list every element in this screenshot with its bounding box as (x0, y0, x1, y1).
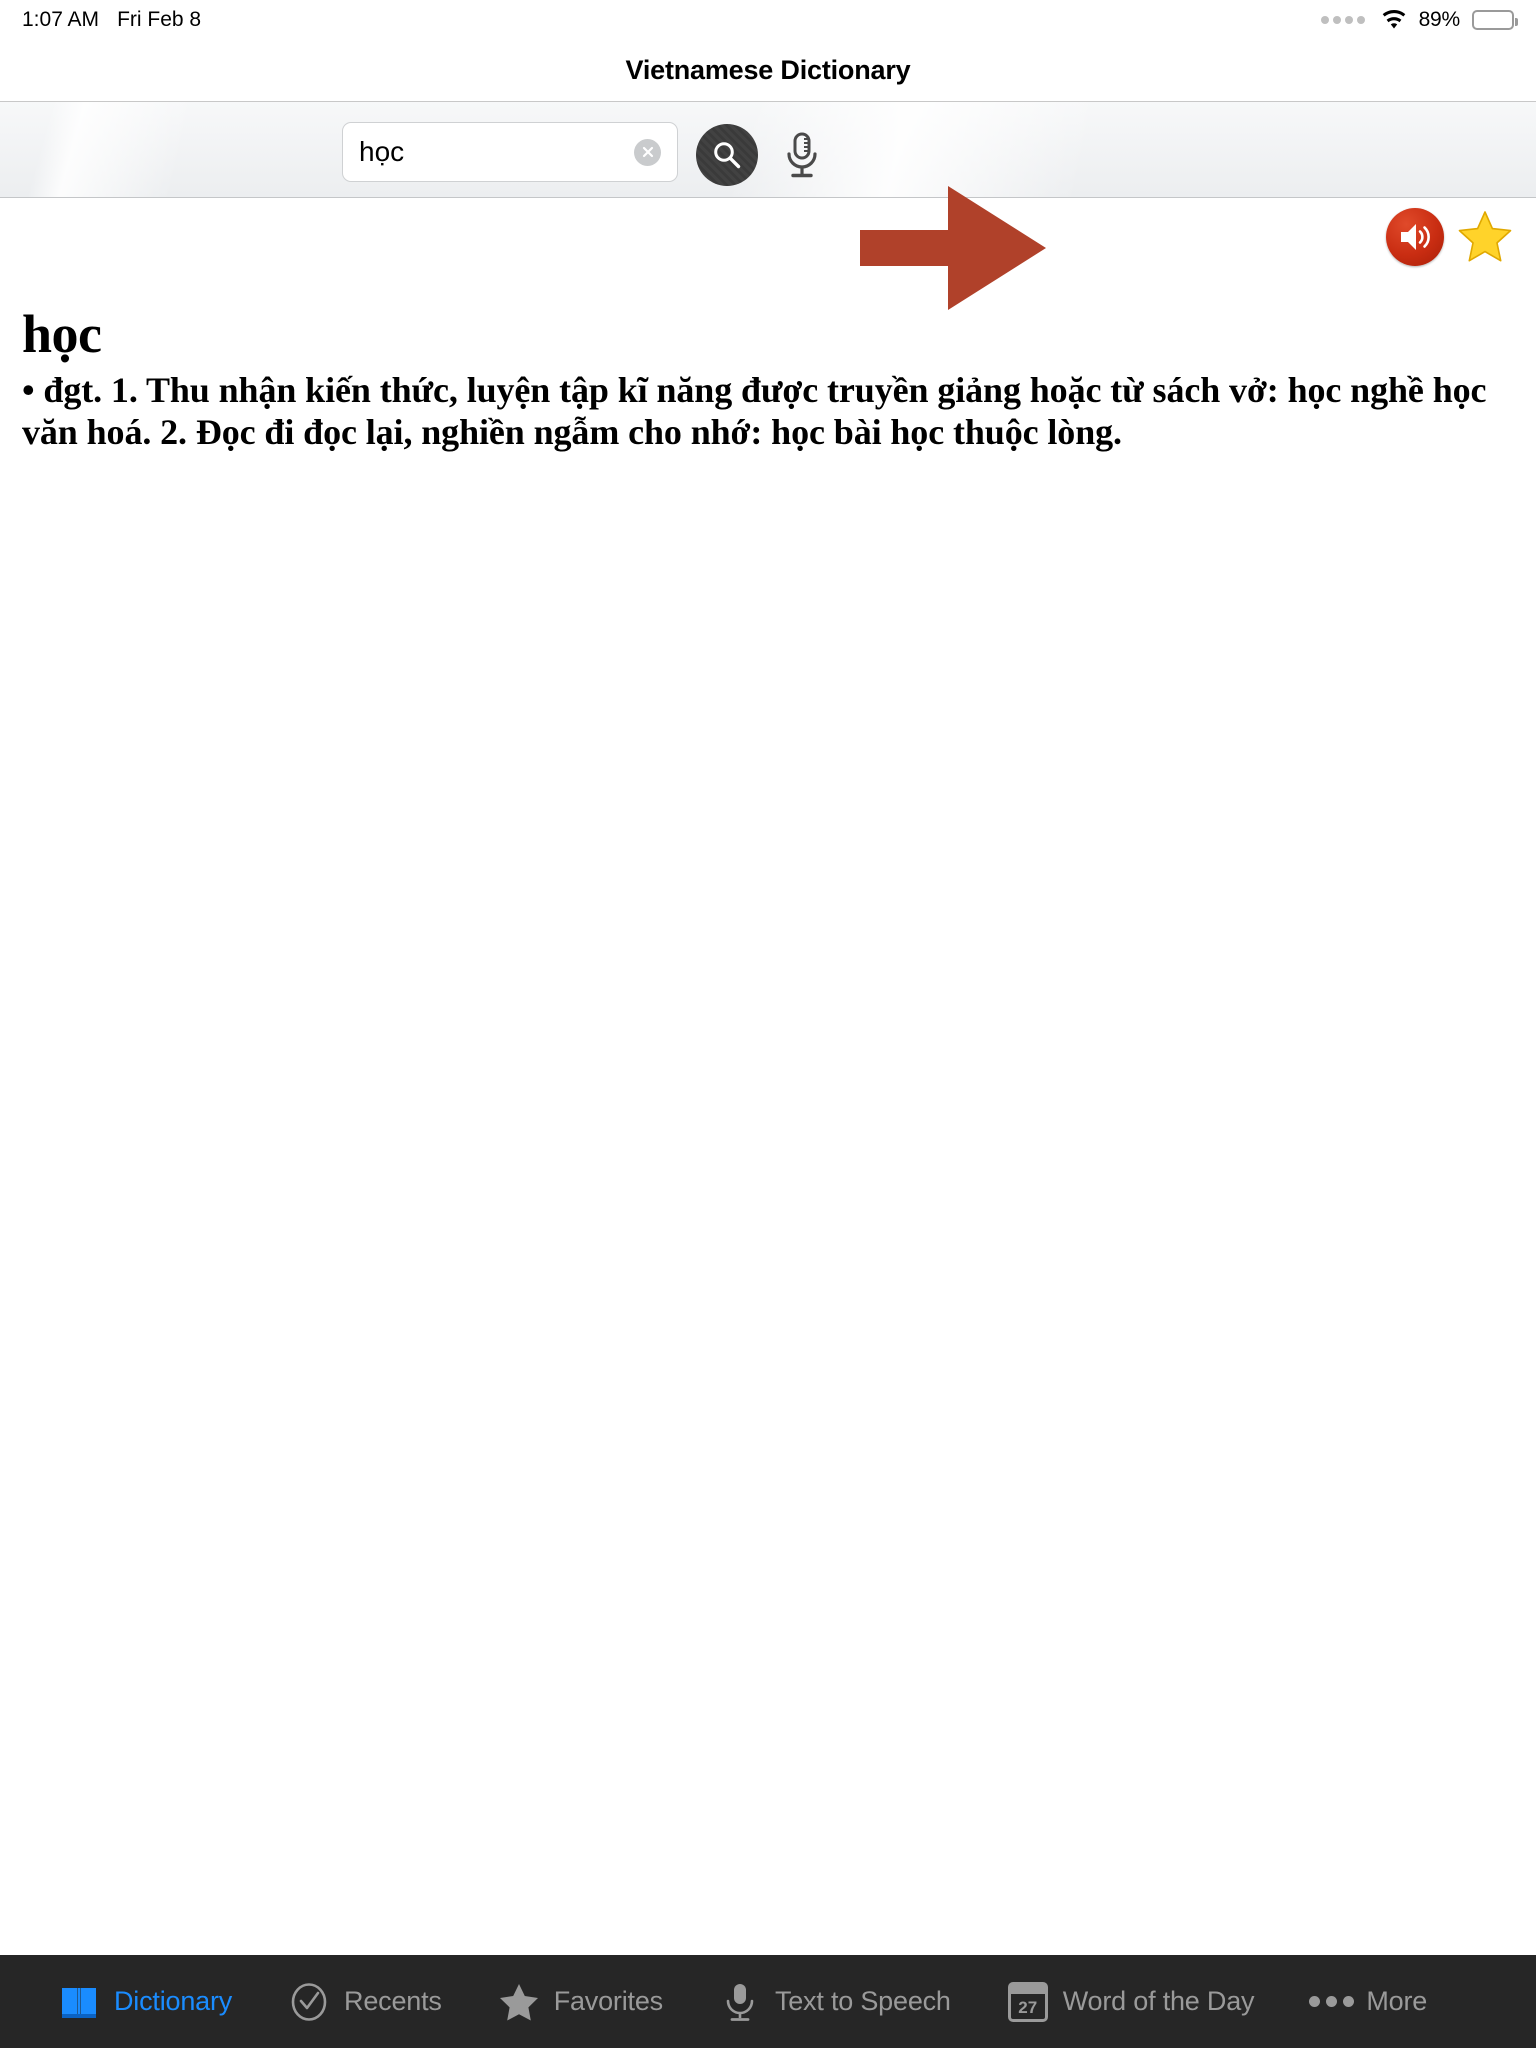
tab-bar: Dictionary Recents Favorites Text to Spe… (0, 1955, 1536, 2048)
calendar-day: 27 (1018, 1997, 1038, 2017)
status-bar: 1:07 AM Fri Feb 8 89% (0, 0, 1536, 40)
status-time: 1:07 AM (22, 8, 100, 31)
calendar-icon: 27 (1007, 1981, 1049, 2023)
tab-word-of-the-day[interactable]: 27 Word of the Day (979, 1955, 1283, 2048)
wifi-icon (1381, 10, 1407, 30)
status-date: Fri Feb 8 (117, 8, 202, 31)
favorite-button[interactable] (1456, 208, 1514, 266)
signal-dots-icon (1320, 16, 1365, 24)
tab-label: Favorites (553, 1986, 663, 2016)
entry-headword: học (22, 304, 102, 364)
search-input[interactable]: học (342, 122, 678, 182)
search-input-value: học (359, 136, 405, 167)
page-title: Vietnamese Dictionary (625, 55, 911, 85)
tab-label: Word of the Day (1062, 1986, 1255, 2016)
battery-icon (1472, 10, 1518, 30)
speaker-icon (1401, 224, 1430, 250)
search-toolbar: học (0, 102, 1536, 198)
clock-check-icon (288, 1981, 330, 2023)
navigation-bar: Vietnamese Dictionary (0, 40, 1536, 102)
tab-more[interactable]: More (1282, 1955, 1455, 2048)
star-icon (498, 1981, 540, 2023)
microphone-icon (719, 1981, 761, 2023)
ellipsis-icon (1308, 1981, 1354, 2023)
status-bar-right: 89% (1320, 8, 1518, 32)
magnifier-icon (714, 142, 741, 169)
book-icon (58, 1981, 100, 2023)
toolbar-sheen (0, 102, 1536, 197)
status-bar-left: 1:07 AM Fri Feb 8 (22, 8, 201, 32)
voice-search-button[interactable] (778, 124, 826, 186)
speaker-button[interactable] (1386, 208, 1444, 266)
tab-label: Dictionary (114, 1986, 233, 2016)
star-icon (1458, 211, 1512, 262)
clear-icon[interactable] (634, 138, 661, 166)
entry-actions (1386, 208, 1514, 266)
battery-percent: 89% (1418, 8, 1461, 31)
tab-recents[interactable]: Recents (260, 1955, 470, 2048)
tab-label: Recents (344, 1986, 442, 2016)
dictionary-entry: học • đgt. 1. Thu nhận kiến thức, luyện … (0, 280, 1536, 453)
tab-label: Text to Speech (774, 1986, 951, 2016)
entry-definition: • đgt. 1. Thu nhận kiến thức, luyện tập … (22, 369, 1487, 452)
tab-text-to-speech[interactable]: Text to Speech (691, 1955, 979, 2048)
tab-favorites[interactable]: Favorites (470, 1955, 691, 2048)
tab-dictionary[interactable]: Dictionary (30, 1955, 260, 2048)
microphone-icon (787, 132, 817, 178)
tab-label: More (1366, 1986, 1428, 2016)
search-button[interactable] (696, 124, 758, 186)
